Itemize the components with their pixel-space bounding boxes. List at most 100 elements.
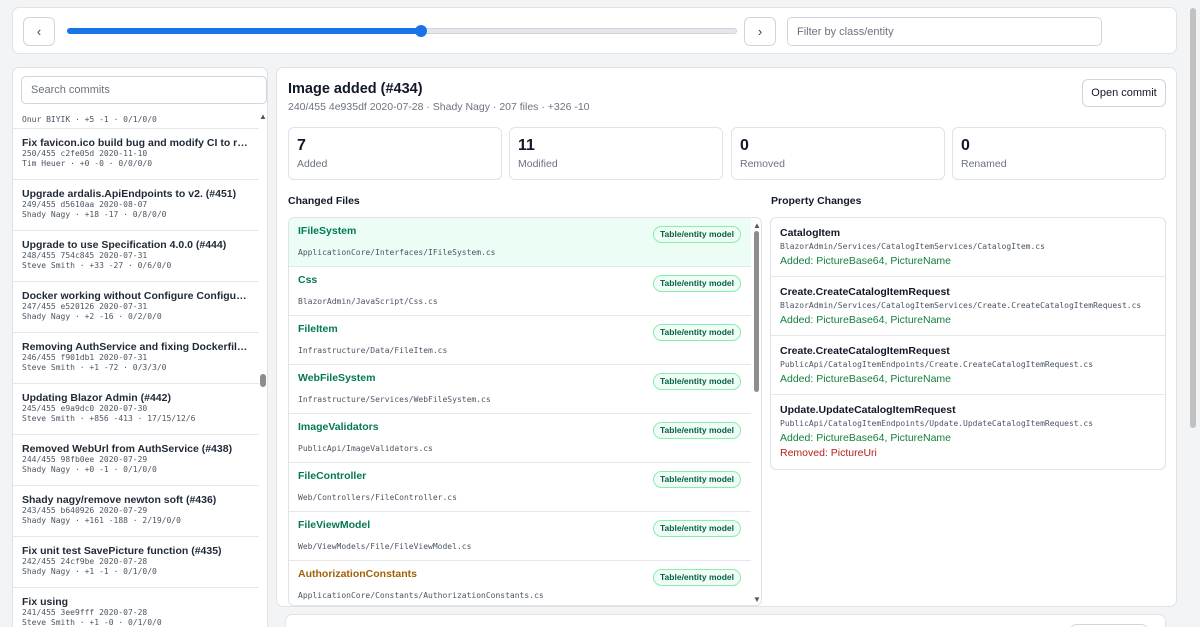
stat-value: 7 — [297, 137, 306, 154]
open-commit-button[interactable]: Open commit — [1082, 79, 1166, 107]
commit-author-stats: Steve Smith · +856 -413 · 17/15/12/6 — [22, 414, 196, 423]
scroll-up-icon[interactable]: ▲ — [753, 221, 761, 230]
commit-list-item[interactable]: Removed WebUrl from AuthService (#438) 24… — [13, 435, 259, 486]
property-entity-name: Create.CreateCatalogItemRequest — [780, 286, 950, 298]
commit-author-stats: Shady Nagy · +2 -16 · 0/2/0/0 — [22, 312, 162, 321]
commit-title: Removing AuthService and fixing Dockerfi… — [22, 341, 250, 353]
property-file-path: PublicApi/CatalogItemEndpoints/Create.Cr… — [780, 360, 1094, 369]
commit-list-item[interactable]: Upgrade to use Specification 4.0.0 (#444… — [13, 231, 259, 282]
commit-list-item[interactable]: Fix using 241/455 3ee9fff 2020-07-28 Steve… — [13, 588, 259, 627]
commit-title: Upgrade to use Specification 4.0.0 (#444… — [22, 239, 227, 251]
file-entity-name: FileViewModel — [298, 519, 371, 531]
commit-title: Image added (#434) — [288, 81, 423, 97]
file-row[interactable]: Css BlazorAdmin/JavaScript/Css.cs Table/en… — [289, 267, 751, 316]
commit-author-stats: Steve Smith · +33 -27 · 0/6/0/0 — [22, 261, 172, 270]
file-row[interactable]: FileViewModel Web/ViewModels/File/FileVie… — [289, 512, 751, 561]
commit-list-item[interactable]: Onur BIYIK · +5 -1 · 0/1/0/0 — [13, 105, 259, 129]
stat-modified: 11 Modified — [509, 127, 723, 180]
file-path: ApplicationCore/Constants/AuthorizationC… — [298, 591, 544, 600]
property-change-item[interactable]: Create.CreateCatalogItemRequest PublicApi… — [771, 336, 1165, 395]
added-properties: Added: PictureBase64, PictureName — [780, 432, 952, 444]
commit-list-item[interactable]: Updating Blazor Admin (#442) 245/455 e9a9… — [13, 384, 259, 435]
slider-thumb[interactable] — [414, 25, 427, 37]
commit-list: Onur BIYIK · +5 -1 · 0/1/0/0 Fix favicon.… — [13, 105, 259, 627]
property-entity-name: Update.UpdateCatalogItemRequest — [780, 404, 956, 416]
commit-title: Fix using — [22, 596, 69, 608]
property-file-path: PublicApi/CatalogItemEndpoints/Update.Up… — [780, 419, 1094, 428]
commit-list-item[interactable]: Fix unit test SavePicture function (#435… — [13, 537, 259, 588]
commit-timeline-slider[interactable] — [67, 25, 737, 37]
property-change-item[interactable]: CatalogItem BlazorAdmin/Services/CatalogI… — [771, 218, 1165, 277]
commit-list-scrollbar[interactable]: ▲ — [257, 106, 267, 627]
next-commit-button[interactable]: › — [744, 17, 776, 46]
commit-title: Upgrade ardalis.ApiEndpoints to v2. (#45… — [22, 188, 237, 200]
property-change-item[interactable]: Create.CreateCatalogItemRequest BlazorAdm… — [771, 277, 1165, 336]
commit-title: Fix favicon.ico build bug and modify CI … — [22, 137, 250, 149]
commit-list-item[interactable]: Shady nagy/remove newton soft (#436) 243/… — [13, 486, 259, 537]
file-entity-name: FileController — [298, 470, 367, 482]
commit-title: Updating Blazor Admin (#442) — [22, 392, 171, 404]
commit-title: Docker working without Configure Configu… — [22, 290, 250, 302]
scrollbar-thumb[interactable] — [754, 231, 759, 392]
commit-title: Shady nagy/remove newton soft (#436) — [22, 494, 217, 506]
file-path: Infrastructure/Services/WebFileSystem.cs — [298, 395, 491, 404]
stat-added: 7 Added — [288, 127, 502, 180]
changed-files-scrollbar[interactable]: ▲ ▼ — [751, 218, 761, 605]
changed-files-list: IFileSystem ApplicationCore/Interfaces/IF… — [288, 217, 762, 606]
file-entity-name: AuthorizationConstants — [298, 568, 417, 580]
property-file-path: BlazorAdmin/Services/CatalogItemServices… — [780, 301, 1142, 310]
stat-label: Removed — [740, 158, 785, 170]
commit-author-stats: Steve Smith · +1 -72 · 0/3/3/0 — [22, 363, 167, 372]
stat-value: 0 — [740, 137, 749, 154]
file-path: Infrastructure/Data/FileItem.cs — [298, 346, 448, 355]
scroll-up-icon[interactable]: ▲ — [259, 112, 267, 121]
file-entity-name: ImageValidators — [298, 421, 379, 433]
file-row[interactable]: ImageValidators PublicApi/ImageValidators… — [289, 414, 751, 463]
stat-label: Modified — [518, 158, 558, 170]
commit-meta: 247/455 e520126 2020-07-31 — [22, 302, 148, 311]
property-change-item[interactable]: Update.UpdateCatalogItemRequest PublicApi… — [771, 395, 1165, 469]
property-entity-name: CatalogItem — [780, 227, 841, 239]
commit-meta: 243/455 b640926 2020-07-29 — [22, 506, 148, 515]
file-row[interactable]: FileController Web/Controllers/FileContro… — [289, 463, 751, 512]
entity-type-badge: Table/entity model — [653, 422, 741, 439]
commit-list-item[interactable]: Removing AuthService and fixing Dockerfi… — [13, 333, 259, 384]
commit-list-item[interactable]: Docker working without Configure Configu… — [13, 282, 259, 333]
file-row[interactable]: IFileSystem ApplicationCore/Interfaces/IF… — [289, 218, 751, 267]
scrollbar-thumb[interactable] — [260, 374, 266, 387]
file-entity-name: IFileSystem — [298, 225, 357, 237]
entity-type-badge: Table/entity model — [653, 226, 741, 243]
commit-meta: 240/455 4e935df 2020-07-28 · Shady Nagy … — [288, 101, 590, 113]
commit-author-stats: Steve Smith · +1 -0 · 0/1/0/0 — [22, 618, 162, 627]
commit-meta: 250/455 c2fe05d 2020-11-10 — [22, 149, 148, 158]
file-path: PublicApi/ImageValidators.cs — [298, 444, 433, 453]
commit-author-stats: Shady Nagy · +161 -188 · 2/19/0/0 — [22, 516, 181, 525]
lower-panel — [285, 614, 1166, 627]
scroll-down-icon[interactable]: ▼ — [753, 595, 761, 604]
file-path: ApplicationCore/Interfaces/IFileSystem.c… — [298, 248, 496, 257]
file-row[interactable]: AuthorizationConstants ApplicationCore/Co… — [289, 561, 751, 605]
stat-value: 11 — [518, 137, 535, 154]
commit-meta: 245/455 e9a9dc0 2020-07-30 — [22, 404, 148, 413]
file-entity-name: WebFileSystem — [298, 372, 376, 384]
file-row[interactable]: WebFileSystem Infrastructure/Services/Web… — [289, 365, 751, 414]
commit-author-stats: Shady Nagy · +0 -1 · 0/1/0/0 — [22, 465, 157, 474]
page-scrollbar[interactable] — [1188, 0, 1200, 627]
stat-removed: 0 Removed — [731, 127, 945, 180]
file-path: Web/Controllers/FileController.cs — [298, 493, 457, 502]
file-entity-name: FileItem — [298, 323, 338, 335]
chevron-right-icon: › — [757, 24, 763, 39]
slider-fill — [67, 28, 421, 34]
stat-label: Added — [297, 158, 328, 170]
commit-list-item[interactable]: Upgrade ardalis.ApiEndpoints to v2. (#45… — [13, 180, 259, 231]
commit-list-item[interactable]: Fix favicon.ico build bug and modify CI … — [13, 129, 259, 180]
commit-list-panel: Onur BIYIK · +5 -1 · 0/1/0/0 Fix favicon.… — [12, 67, 268, 627]
page-scrollbar-thumb[interactable] — [1190, 8, 1196, 428]
changed-files-heading: Changed Files — [288, 195, 360, 207]
commit-title: Removed WebUrl from AuthService (#438) — [22, 443, 233, 455]
search-commits-input[interactable] — [21, 76, 267, 104]
previous-commit-button[interactable]: ‹ — [23, 17, 55, 46]
removed-properties: Removed: PictureUri — [780, 447, 877, 459]
file-row[interactable]: FileItem Infrastructure/Data/FileItem.cs T… — [289, 316, 751, 365]
class-entity-filter-input[interactable] — [787, 17, 1102, 46]
